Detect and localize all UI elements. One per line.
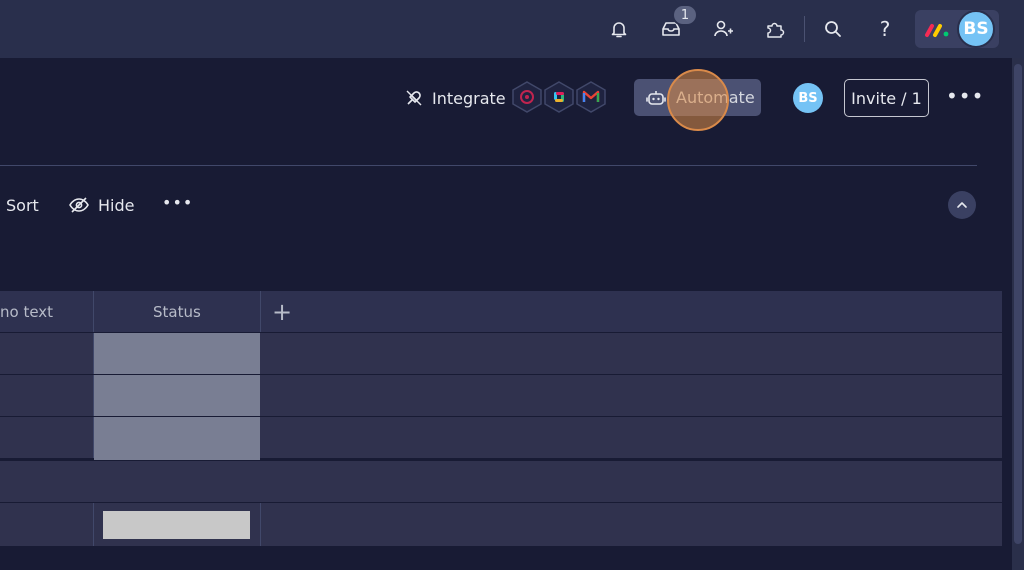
user-avatar[interactable]: BS (957, 10, 995, 48)
invite-button[interactable]: Invite / 1 (844, 79, 929, 117)
header-divider (0, 165, 977, 166)
status-cell[interactable] (94, 333, 260, 374)
plug-icon (406, 90, 422, 106)
slack-icon[interactable] (543, 80, 575, 114)
board-menu-icon[interactable]: ••• (946, 84, 984, 108)
text-cell[interactable] (0, 417, 94, 458)
text-cell[interactable] (0, 333, 94, 374)
integrate-button[interactable]: Integrate (404, 84, 506, 112)
gmail-icon[interactable] (575, 80, 607, 114)
column-header-text: no text (0, 303, 54, 321)
text-cell[interactable] (0, 375, 94, 416)
collapse-button[interactable] (948, 191, 976, 219)
inbox-badge: 1 (672, 4, 698, 26)
topbar-divider (804, 16, 805, 42)
hide-label: Hide (98, 195, 135, 215)
table-row[interactable] (0, 375, 1002, 417)
table-row[interactable] (0, 417, 1002, 460)
click-indicator (667, 69, 729, 131)
table-header-row: no text Status + (0, 291, 1002, 333)
help-icon[interactable]: ? (870, 14, 900, 44)
board-member-avatar[interactable]: BS (793, 83, 823, 113)
bell-icon[interactable] (604, 14, 634, 44)
table-row[interactable] (0, 333, 1002, 375)
status-cell[interactable] (94, 375, 260, 416)
status-summary-bar (103, 511, 250, 539)
summary-row (0, 503, 1002, 547)
hide-button[interactable]: Hide (68, 193, 134, 217)
status-cell[interactable] (94, 417, 260, 460)
add-column-icon[interactable]: + (272, 291, 292, 333)
sort-button[interactable]: Sort (6, 193, 39, 217)
app-hex-icon[interactable] (511, 80, 543, 114)
person-plus-icon[interactable] (708, 14, 738, 44)
robot-icon (646, 90, 666, 105)
top-bar: 1 ? BS (0, 0, 1024, 58)
column-header-status: Status (153, 303, 201, 321)
eye-off-icon (69, 197, 89, 213)
sort-label: Sort (6, 195, 39, 215)
add-item-row[interactable] (0, 461, 1002, 503)
summary-cell-text (0, 503, 94, 546)
monday-logo-icon (925, 24, 949, 37)
scrollbar-thumb[interactable] (1014, 64, 1022, 544)
chevron-up-icon (957, 202, 967, 208)
toolbar-more-icon[interactable]: ••• (162, 193, 193, 212)
board-table: no text Status + (0, 291, 1002, 547)
integrate-label: Integrate (432, 88, 506, 108)
search-icon[interactable] (818, 14, 848, 44)
puzzle-icon[interactable] (760, 14, 790, 44)
